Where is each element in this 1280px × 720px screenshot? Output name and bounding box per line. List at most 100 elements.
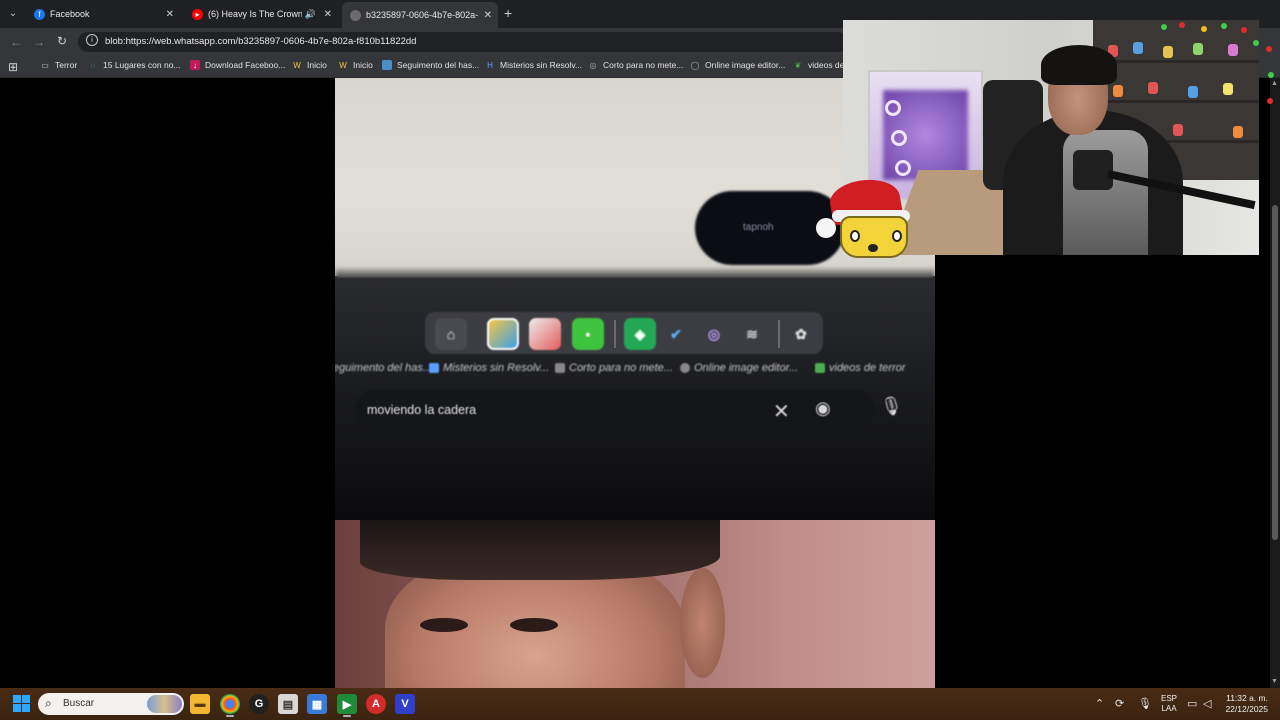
clock-time: 11:32 a. m. [1226,693,1268,703]
calculator-icon[interactable]: ▦ [307,694,327,714]
spinner-icon: ◎ [589,60,597,70]
chevron-up-icon[interactable]: ⌃ [1095,697,1104,710]
app-icon: ✿ [795,325,807,342]
microphone-icon: 🎙 [880,396,903,416]
mascot-eye [850,230,860,242]
comment-icon: ◌ [90,60,96,70]
video-pill-text: tapnoh [743,222,774,233]
close-icon[interactable]: ✕ [166,9,174,20]
media-player-icon[interactable]: ▶ [337,694,357,714]
light-bulb [1267,98,1273,104]
download-icon: ↓ [190,60,200,70]
bookmark-online-image-editor[interactable]: ◯ Online image editor... [690,60,786,70]
w-icon: W [293,60,301,70]
url-text[interactable]: blob:https://web.whatsapp.com/b3235897-0… [105,36,416,47]
toy [1223,83,1233,95]
circle-icon [680,363,690,373]
microphone-icon[interactable]: 🎙 [1138,697,1152,710]
editor-icon[interactable]: ▤ [278,694,298,714]
webcam-person-shirt [1063,130,1148,255]
tab-search-chevron-icon[interactable]: ⌄ [5,5,21,21]
bookmark-download-facebook[interactable]: ↓ Download Faceboo... [190,60,285,70]
home-icon: ⌂ [435,318,467,350]
volume-icon[interactable]: ◁ [1203,697,1211,710]
sync-icon[interactable]: ⟳ [1115,697,1124,710]
facebook-icon: f [34,8,45,20]
toy [1148,82,1158,94]
system-clock[interactable]: 11:32 a. m. 22/12/2025 [1222,693,1268,715]
video-bookmark: Corto para no mete... [555,362,673,374]
scroll-down-icon[interactable]: ▼ [1271,678,1278,685]
apps-grid-icon[interactable]: ⊞ [8,60,18,74]
fan [895,160,911,176]
shelf-row [1093,60,1259,63]
webcam-person-hair [1041,45,1117,85]
toy [1113,85,1123,97]
app-g-icon[interactable]: G [249,694,269,714]
bookmark-inicio-2[interactable]: W Inicio [338,60,373,70]
file-explorer-icon[interactable]: ▬ [190,694,210,714]
toy [1173,124,1183,136]
light-bulb [1266,46,1272,52]
app-icon [529,318,561,350]
close-icon[interactable]: ✕ [324,9,332,20]
app-icon: ◎ [707,325,721,342]
app-v-icon[interactable]: V [395,694,415,714]
w-icon: W [339,60,347,70]
light-bulb [1241,27,1247,33]
folder-icon: ▭ [41,60,49,70]
forward-arrow-icon[interactable]: → [33,35,45,49]
dock-divider [614,320,616,348]
chrome-icon[interactable] [220,694,240,714]
bookmark-15-lugares[interactable]: ◌ 15 Lugares con no... [88,60,181,70]
toy [1163,46,1173,58]
toy [1228,44,1238,56]
fan [891,130,907,146]
bookmark-corto[interactable]: ◎ Corto para no mete... [588,60,684,70]
bookmark-inicio-1[interactable]: W Inicio [292,60,327,70]
toy [1188,86,1198,98]
network-icon[interactable]: ▭ [1187,697,1197,710]
fan [885,100,901,116]
scroll-up-icon[interactable]: ▲ [1271,80,1278,87]
tab-youtube[interactable]: ▸ (6) Heavy Is The Crown ft. L 🔊 ✕ [184,4,338,24]
search-icon: ⌕ [45,696,52,710]
app-icon [487,318,519,350]
bookmark-videos[interactable]: ❦ videos de [793,60,845,70]
toy [1133,42,1143,54]
site-info-icon[interactable]: i [86,34,98,46]
close-icon: ✕ [773,401,790,423]
video-ear [680,568,725,678]
reload-icon[interactable]: ↻ [57,34,67,48]
shelf-row [1093,100,1259,103]
tab-facebook[interactable]: f Facebook ✕ [26,4,180,24]
taskbar-search-placeholder: Buscar [63,698,95,709]
scrollbar-thumb[interactable] [1272,205,1278,540]
bookmark-misterios[interactable]: H Misterios sin Resolv... [485,60,582,70]
back-arrow-icon[interactable]: ← [10,35,22,49]
circle-icon: ◯ [690,60,700,70]
language-indicator[interactable]: ESP LAA [1161,694,1177,714]
video-eye [420,618,468,632]
mascot-eye [892,230,902,242]
light-bulb [1201,26,1207,32]
app-icon: ◈ [624,318,656,350]
search-highlight-image [147,695,182,713]
speaker-icon[interactable]: 🔊 [305,9,316,20]
new-tab-button[interactable]: + [504,5,512,21]
app-red-icon[interactable]: A [366,694,386,714]
bookmark-terror[interactable]: ▭ Terror [40,60,77,70]
video-eye [510,618,558,632]
active-indicator [226,715,234,717]
h-icon: H [487,60,493,70]
light-bulb [1253,40,1259,46]
video-bookmark: videos de terror [815,362,905,374]
close-icon[interactable]: ✕ [484,10,492,21]
dock-divider [778,320,780,348]
bookmark-seguimento[interactable]: Seguimento del has... [382,60,479,70]
windows-start-icon[interactable] [13,695,30,712]
keyboard-layout: LAA [1161,704,1177,713]
active-indicator [343,715,351,717]
video-bookmark: eguimento del has... [335,362,433,374]
tab-blob-active[interactable]: b3235897-0606-4b7e-802a-f8 ✕ [342,2,498,28]
